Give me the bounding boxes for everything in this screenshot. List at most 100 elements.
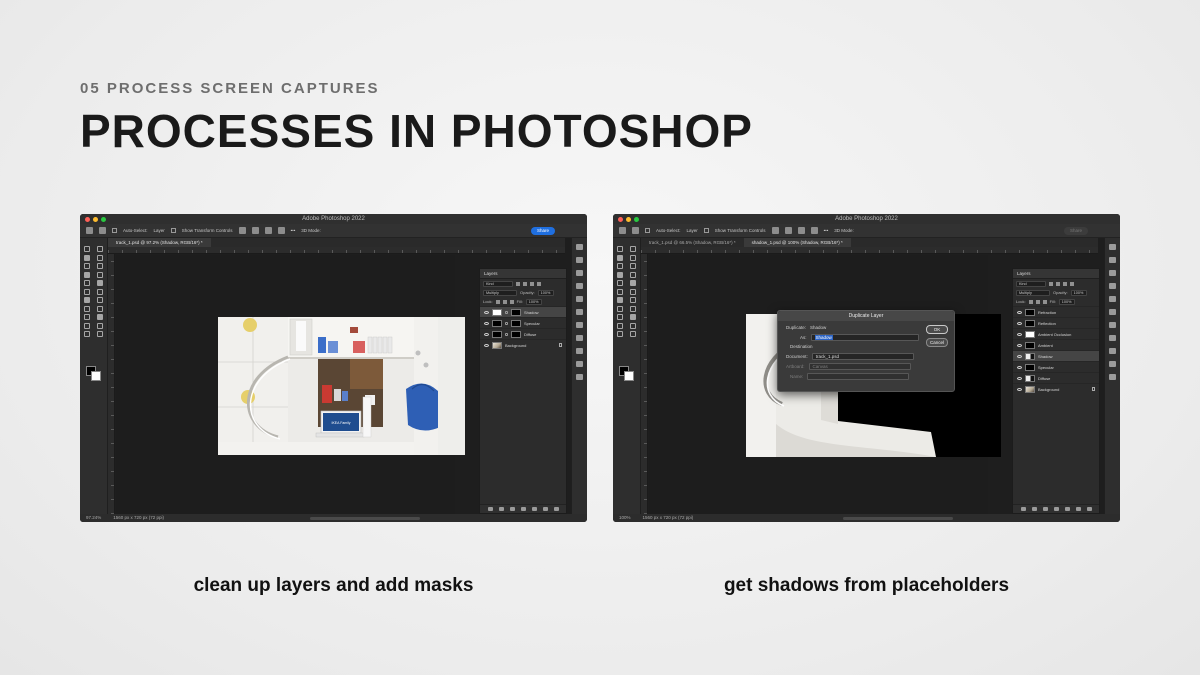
auto-select-checkbox[interactable] <box>112 228 117 233</box>
shape-tool-icon[interactable] <box>630 314 636 320</box>
adjustment-layer-icon[interactable] <box>1053 507 1059 511</box>
delete-layer-icon[interactable] <box>1086 507 1092 511</box>
libraries-panel-icon[interactable] <box>576 335 583 341</box>
new-group-icon[interactable] <box>1064 507 1070 511</box>
lock-pixels-icon[interactable] <box>495 299 500 304</box>
layer-mask-thumbnail[interactable] <box>511 330 521 338</box>
zoom-level[interactable]: 97.24% <box>86 514 101 522</box>
quick-select-tool-icon[interactable] <box>97 254 103 261</box>
brush-tool-icon[interactable] <box>617 280 623 286</box>
visibility-eye-icon[interactable] <box>1017 332 1022 336</box>
transform-controls-checkbox[interactable] <box>703 228 709 233</box>
horizontal-scrollbar[interactable] <box>310 517 420 520</box>
filter-pixel-icon[interactable] <box>516 281 520 286</box>
filter-adjustment-icon[interactable] <box>523 281 527 286</box>
zoom-window-button[interactable] <box>634 216 639 222</box>
align-center-icon[interactable] <box>251 227 259 234</box>
align-right-icon[interactable] <box>797 227 805 234</box>
edit-toolbar-icon[interactable] <box>84 331 90 337</box>
layers-panel-icon[interactable] <box>1109 374 1116 380</box>
lasso-tool-icon[interactable] <box>84 254 90 261</box>
link-layers-icon[interactable] <box>1020 507 1026 511</box>
history-brush-icon[interactable] <box>84 288 90 295</box>
gradient-tool-icon[interactable] <box>617 297 623 303</box>
stamp-tool-icon[interactable] <box>97 280 103 286</box>
layer-mask-thumbnail[interactable] <box>511 319 521 327</box>
adjustment-layer-icon[interactable] <box>520 507 526 511</box>
layer-row[interactable]: Refraction <box>1013 306 1099 317</box>
type-tool-icon[interactable] <box>617 314 623 320</box>
lasso-tool-icon[interactable] <box>617 254 623 261</box>
edit-toolbar-icon[interactable] <box>617 331 623 337</box>
adjustments-panel-icon[interactable] <box>1109 322 1116 328</box>
opacity-field[interactable]: 100% <box>537 289 554 296</box>
frame-tool-icon[interactable] <box>97 263 103 269</box>
channels-panel-icon[interactable] <box>1109 361 1116 367</box>
patterns-panel-icon[interactable] <box>576 296 583 302</box>
document-tab[interactable]: track_1.psd @ 66.5% (Shadow, RGB/16*) * <box>641 238 744 247</box>
marquee-tool-icon[interactable] <box>630 246 636 252</box>
add-mask-icon[interactable] <box>1042 507 1048 511</box>
visibility-eye-icon[interactable] <box>1017 310 1022 314</box>
swatches-panel-icon[interactable] <box>1109 270 1116 276</box>
healing-tool-icon[interactable] <box>630 271 636 278</box>
align-center-icon[interactable] <box>784 227 792 234</box>
patterns-panel-icon[interactable] <box>1109 296 1116 302</box>
add-mask-icon[interactable] <box>509 507 515 511</box>
visibility-eye-icon[interactable] <box>1017 376 1022 380</box>
path-select-icon[interactable] <box>97 305 103 312</box>
zoom-window-button[interactable] <box>101 216 106 222</box>
minimize-window-button[interactable] <box>626 216 631 222</box>
color-panel-icon[interactable] <box>576 257 583 263</box>
auto-select-checkbox[interactable] <box>645 228 650 233</box>
quick-select-tool-icon[interactable] <box>630 254 636 261</box>
more-tools-icon[interactable] <box>97 331 103 337</box>
paths-panel-icon[interactable] <box>1109 348 1116 354</box>
path-select-icon[interactable] <box>630 305 636 312</box>
history-panel-icon[interactable] <box>1109 244 1116 250</box>
move-tool-icon[interactable] <box>84 246 90 252</box>
mask-link-icon[interactable] <box>505 310 508 314</box>
healing-tool-icon[interactable] <box>97 271 103 278</box>
background-color[interactable] <box>624 371 634 381</box>
shape-tool-icon[interactable] <box>97 314 103 320</box>
hand-tool-icon[interactable] <box>84 322 90 329</box>
transform-controls-checkbox[interactable] <box>170 228 176 233</box>
move-tool-icon[interactable] <box>99 227 106 234</box>
more-options-icon[interactable]: ••• <box>824 224 829 238</box>
history-brush-icon[interactable] <box>617 288 623 295</box>
gradients-panel-icon[interactable] <box>1109 283 1116 289</box>
layer-row[interactable]: Specular <box>480 317 566 328</box>
libraries-panel-icon[interactable] <box>1109 335 1116 341</box>
layer-row[interactable]: Diffuse <box>480 328 566 339</box>
lock-pixels-icon[interactable] <box>1028 299 1033 304</box>
artboard-select[interactable]: Canvas <box>808 363 911 370</box>
more-tools-icon[interactable] <box>630 331 636 337</box>
visibility-eye-icon[interactable] <box>1017 365 1022 369</box>
zoom-tool-icon[interactable] <box>97 322 103 329</box>
pen-tool-icon[interactable] <box>84 305 90 312</box>
layer-filter-select[interactable]: Kind <box>483 280 513 287</box>
fx-icon[interactable] <box>1031 507 1037 511</box>
visibility-eye-icon[interactable] <box>484 343 489 347</box>
visibility-eye-icon[interactable] <box>484 332 489 336</box>
visibility-eye-icon[interactable] <box>484 321 489 325</box>
filter-shape-icon[interactable] <box>537 281 541 286</box>
layer-row[interactable]: Shadow <box>1013 350 1099 361</box>
layer-row[interactable]: Background <box>1013 383 1099 394</box>
gradient-tool-icon[interactable] <box>84 297 90 303</box>
share-button[interactable]: Share <box>1063 227 1088 235</box>
visibility-eye-icon[interactable] <box>1017 343 1022 347</box>
new-layer-icon[interactable] <box>1075 507 1081 511</box>
visibility-eye-icon[interactable] <box>484 310 489 314</box>
zoom-level[interactable]: 100% <box>619 514 631 522</box>
new-group-icon[interactable] <box>531 507 537 511</box>
document-tab[interactable]: track_1.psd @ 97.2% (Shadow, RGB/16*) * <box>108 238 211 247</box>
lock-all-icon[interactable] <box>1042 299 1047 304</box>
history-panel-icon[interactable] <box>576 244 583 250</box>
align-left-icon[interactable] <box>771 227 779 234</box>
fill-field[interactable]: 100% <box>525 298 542 305</box>
auto-select-target[interactable]: Layer <box>154 224 165 238</box>
filter-adjustment-icon[interactable] <box>1056 281 1060 286</box>
eraser-tool-icon[interactable] <box>97 288 103 295</box>
